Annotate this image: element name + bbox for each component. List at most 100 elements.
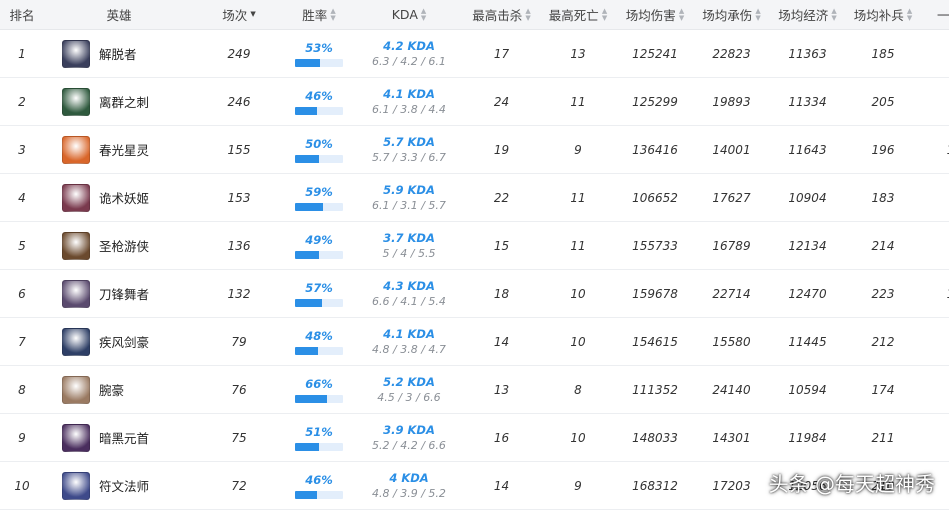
hero-cell[interactable]: 腕豪 bbox=[44, 366, 194, 413]
hero-name[interactable]: 春光星灵 bbox=[99, 140, 149, 159]
kda-detail: 6.6 / 4.1 / 5.4 bbox=[372, 295, 446, 308]
col-avg-gold-sort[interactable]: 场均经济 ▲ ▼ bbox=[770, 0, 845, 29]
hero-avatar[interactable] bbox=[62, 231, 90, 260]
winrate-bar bbox=[295, 298, 343, 307]
avg-damage-cell: 154615 bbox=[632, 334, 678, 349]
hero-name[interactable]: 解脱者 bbox=[99, 44, 137, 63]
watermark: 头条 @每天超神秀 bbox=[768, 472, 935, 496]
avg-taken-cell: 14001 bbox=[712, 142, 751, 157]
col-avg-taken-sort[interactable]: 场均承伤 ▲ ▼ bbox=[693, 0, 770, 29]
avg-damage-cell: 125299 bbox=[632, 94, 678, 109]
kda-cell: 5.7 KDA 5.7 / 3.3 / 6.7 bbox=[354, 126, 464, 173]
col-games-sort[interactable]: 场次 ▼ bbox=[194, 0, 284, 29]
kda-value: 4 KDA bbox=[389, 471, 429, 485]
hero-avatar[interactable] bbox=[62, 279, 90, 308]
avg-taken-cell: 22823 bbox=[712, 46, 751, 61]
hero-cell[interactable]: 暗黑元首 bbox=[44, 414, 194, 461]
col-hero-label: 英雄 bbox=[106, 8, 132, 23]
hero-cell[interactable]: 圣枪游侠 bbox=[44, 222, 194, 269]
hero-avatar[interactable] bbox=[62, 87, 90, 116]
avg-damage-cell: 148033 bbox=[632, 430, 678, 445]
max-deaths-cell: 11 bbox=[570, 94, 586, 109]
kda-cell: 4.1 KDA 4.8 / 3.8 / 4.7 bbox=[354, 318, 464, 365]
hero-avatar[interactable] bbox=[62, 327, 90, 356]
max-kills-cell: 14 bbox=[493, 334, 510, 349]
sort-icon: ▲ ▼ bbox=[525, 6, 531, 22]
col-avg-damage-label: 场均伤害 bbox=[625, 8, 676, 23]
hero-name[interactable]: 腕豪 bbox=[99, 380, 124, 399]
first-blood-cell: 3% bbox=[921, 366, 949, 413]
col-avg-damage-sort[interactable]: 场均伤害 ▲ ▼ bbox=[617, 0, 693, 29]
avg-cs-cell: 183 bbox=[871, 190, 895, 205]
kda-cell: 5.9 KDA 6.1 / 3.1 / 5.7 bbox=[354, 174, 464, 221]
first-blood-cell: 6% bbox=[921, 222, 949, 269]
winrate-cell: 49% bbox=[284, 222, 354, 269]
col-max-kills-sort[interactable]: 最高击杀 ▲ ▼ bbox=[464, 0, 539, 29]
hero-avatar[interactable] bbox=[62, 375, 90, 404]
winrate-bar bbox=[295, 346, 343, 355]
col-avg-cs-label: 场均补兵 bbox=[853, 8, 904, 23]
kda-value: 5.9 KDA bbox=[383, 183, 435, 197]
table-row[interactable]: 8 腕豪 76 66% 5.2 KDA 4.5 / 3 / 6.6 13 8 1… bbox=[0, 366, 949, 414]
hero-avatar[interactable] bbox=[62, 471, 90, 500]
sort-icon: ▲ ▼ bbox=[906, 6, 913, 22]
avg-taken-cell: 15580 bbox=[712, 334, 751, 349]
hero-avatar[interactable] bbox=[62, 423, 90, 452]
col-winrate-sort[interactable]: 胜率 ▲ ▼ bbox=[284, 0, 354, 29]
hero-avatar[interactable] bbox=[62, 39, 90, 68]
winrate-bar-fill bbox=[295, 106, 318, 115]
table-row[interactable]: 6 刀锋舞者 132 57% 4.3 KDA 6.6 / 4.1 / 5.4 1… bbox=[0, 270, 949, 318]
avg-cs-cell: 174 bbox=[871, 382, 895, 397]
col-avg-taken-label: 场均承伤 bbox=[702, 8, 753, 23]
hero-name[interactable]: 刀锋舞者 bbox=[99, 284, 149, 303]
table-row[interactable]: 1 解脱者 249 53% 4.2 KDA 6.3 / 4.2 / 6.1 17… bbox=[0, 30, 949, 78]
hero-name[interactable]: 暗黑元首 bbox=[99, 428, 149, 447]
hero-avatar[interactable] bbox=[62, 135, 90, 164]
hero-cell[interactable]: 符文法师 bbox=[44, 462, 194, 509]
hero-cell[interactable]: 离群之刺 bbox=[44, 78, 194, 125]
winrate-bar-fill bbox=[295, 298, 323, 307]
winrate-bar bbox=[295, 58, 343, 67]
col-first-blood-sort[interactable]: 一血率▲▼ bbox=[921, 0, 949, 29]
hero-name[interactable]: 圣枪游侠 bbox=[99, 236, 149, 255]
sort-icon: ▲ ▼ bbox=[755, 6, 761, 22]
col-max-kills-label: 最高击杀 bbox=[472, 8, 523, 23]
games-cell: 136 bbox=[227, 238, 251, 253]
first-blood-cell: 9% bbox=[921, 318, 949, 365]
winrate-cell: 59% bbox=[284, 174, 354, 221]
hero-stats-table: 1 解脱者 249 53% 4.2 KDA 6.3 / 4.2 / 6.1 17… bbox=[0, 30, 949, 510]
table-header: 排名 英雄 场次 ▼ 胜率 ▲ ▼ KDA ▲ ▼ 最高击杀 ▲ ▼ 最高死亡 ▲ ▼ 场均伤害 ▲… bbox=[0, 0, 949, 30]
hero-cell[interactable]: 春光星灵 bbox=[44, 126, 194, 173]
avg-damage-cell: 125241 bbox=[632, 46, 678, 61]
hero-cell[interactable]: 诡术妖姬 bbox=[44, 174, 194, 221]
col-avg-cs-sort[interactable]: 场均补兵 ▲ ▼ bbox=[845, 0, 921, 29]
col-first-blood-label: 一血率 bbox=[937, 8, 949, 23]
hero-cell[interactable]: 解脱者 bbox=[44, 30, 194, 77]
table-row[interactable]: 4 诡术妖姬 153 59% 5.9 KDA 6.1 / 3.1 / 5.7 2… bbox=[0, 174, 949, 222]
hero-name[interactable]: 符文法师 bbox=[99, 476, 149, 495]
table-row[interactable]: 2 离群之刺 246 46% 4.1 KDA 6.1 / 3.8 / 4.4 2… bbox=[0, 78, 949, 126]
avg-gold-cell: 11334 bbox=[788, 94, 827, 109]
hero-name[interactable]: 诡术妖姬 bbox=[99, 188, 149, 207]
winrate-bar-fill bbox=[295, 346, 319, 355]
hero-cell[interactable]: 刀锋舞者 bbox=[44, 270, 194, 317]
hero-avatar[interactable] bbox=[62, 183, 90, 212]
avg-cs-cell: 211 bbox=[871, 430, 895, 445]
table-row[interactable]: 7 疾风剑豪 79 48% 4.1 KDA 4.8 / 3.8 / 4.7 14… bbox=[0, 318, 949, 366]
winrate-bar-fill bbox=[295, 154, 319, 163]
avg-damage-cell: 155733 bbox=[632, 238, 678, 253]
avg-cs-cell: 223 bbox=[871, 286, 895, 301]
col-max-deaths-sort[interactable]: 最高死亡 ▲ ▼ bbox=[539, 0, 617, 29]
avg-gold-cell: 12470 bbox=[788, 286, 827, 301]
table-row[interactable]: 9 暗黑元首 75 51% 3.9 KDA 5.2 / 4.2 / 6.6 16… bbox=[0, 414, 949, 462]
hero-name[interactable]: 疾风剑豪 bbox=[99, 332, 149, 351]
winrate-cell: 48% bbox=[284, 318, 354, 365]
hero-name[interactable]: 离群之刺 bbox=[99, 92, 149, 111]
hero-cell[interactable]: 疾风剑豪 bbox=[44, 318, 194, 365]
winrate-cell: 46% bbox=[284, 78, 354, 125]
games-cell: 246 bbox=[227, 94, 251, 109]
table-row[interactable]: 3 春光星灵 155 50% 5.7 KDA 5.7 / 3.3 / 6.7 1… bbox=[0, 126, 949, 174]
rank-cell: 8 bbox=[18, 382, 26, 397]
table-row[interactable]: 5 圣枪游侠 136 49% 3.7 KDA 5 / 4 / 5.5 15 11… bbox=[0, 222, 949, 270]
col-kda-sort[interactable]: KDA ▲ ▼ bbox=[354, 0, 464, 29]
